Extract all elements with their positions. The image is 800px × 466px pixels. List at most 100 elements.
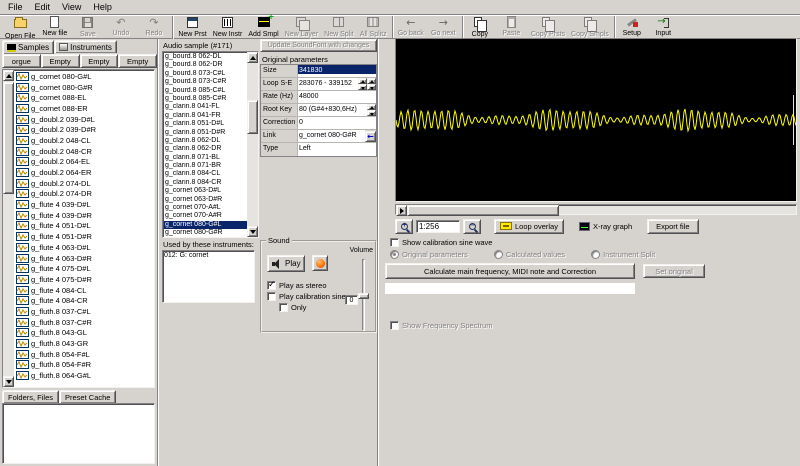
save-button[interactable]: Save bbox=[71, 16, 104, 39]
radio-icon[interactable] bbox=[591, 250, 600, 259]
tree-sample-row[interactable]: g_cornet 088-ER bbox=[14, 103, 154, 114]
radio-icon[interactable] bbox=[390, 250, 399, 259]
parameter-value-field[interactable]: 0 bbox=[298, 117, 376, 129]
parameter-value-field[interactable]: 80 (G#4+830,6Hz) bbox=[298, 104, 367, 116]
audio-sample-row[interactable]: g_clarin.8 041-FL bbox=[164, 103, 247, 111]
parameter-source-radio[interactable]: Original parameters bbox=[390, 250, 468, 259]
tree-sample-row[interactable]: g_fluth.8 054-F#R bbox=[14, 360, 154, 371]
parameter-value-field[interactable]: g_cornet 080-G#R bbox=[298, 130, 365, 142]
parameter-value-field[interactable]: Left bbox=[298, 143, 376, 156]
setup-button[interactable]: Setup bbox=[614, 16, 647, 38]
calculate-frequency-button[interactable]: Calculate main frequency, MIDI note and … bbox=[385, 263, 635, 279]
tree-sample-row[interactable]: g_flute 4 075-D#R bbox=[14, 274, 154, 285]
tree-sample-row[interactable]: g_flute 4 084-CL bbox=[14, 285, 154, 296]
audio-sample-row[interactable]: g_clarin.8 062-DR bbox=[164, 145, 247, 153]
preset-slot-button[interactable]: Empty bbox=[80, 54, 119, 68]
play-button[interactable]: Play bbox=[267, 255, 305, 272]
audio-sample-row[interactable]: g_clarin.8 051-D#R bbox=[164, 129, 247, 137]
scroll-down-icon[interactable] bbox=[3, 376, 14, 387]
new-split-button[interactable]: New Split bbox=[321, 16, 357, 39]
audio-sample-row[interactable]: g_clarin.8 084-CL bbox=[164, 170, 247, 178]
tree-sample-row[interactable]: g_flute 4 063-D#R bbox=[14, 253, 154, 264]
checkbox-icon[interactable] bbox=[279, 303, 288, 312]
audio-sample-row[interactable]: g_bourd.8 073-C#L bbox=[164, 70, 247, 78]
input-button[interactable]: Input bbox=[647, 16, 680, 38]
new-instrument-button[interactable]: New Instr bbox=[210, 16, 246, 39]
scrollbar-thumb[interactable] bbox=[3, 82, 14, 194]
tree-sample-row[interactable]: g_doubl.2 074-DR bbox=[14, 189, 154, 200]
tree-sample-row[interactable]: g_doubl.2 039-D#L bbox=[14, 114, 154, 125]
spinner-icon[interactable] bbox=[367, 78, 376, 90]
audio-sample-row[interactable]: g_cornet 063-D#R bbox=[164, 196, 247, 204]
tree-sample-row[interactable]: g_flute 4 084-CR bbox=[14, 295, 154, 306]
audio-sample-row[interactable]: g_cornet 080-G#R bbox=[164, 229, 247, 237]
audio-sample-row[interactable]: g_cornet 080-G#L bbox=[164, 221, 247, 229]
update-soundfont-button[interactable]: Update SoundFont with changes bbox=[260, 39, 377, 52]
checkbox-icon[interactable] bbox=[267, 292, 276, 301]
tree-sample-row[interactable]: g_flute 4 075-D#L bbox=[14, 263, 154, 274]
export-file-button[interactable]: Export file bbox=[647, 219, 698, 234]
waveform-scrollbar[interactable] bbox=[395, 204, 797, 215]
tree-sample-row[interactable]: g_flute 4 051-D#R bbox=[14, 231, 154, 242]
tree-sample-row[interactable]: g_doubl.2 074-DL bbox=[14, 178, 154, 189]
goto-linked-sample-icon[interactable]: ← bbox=[365, 131, 376, 142]
xray-graph-toggle[interactable]: X-ray graph bbox=[579, 222, 632, 231]
menu-item[interactable]: Edit bbox=[29, 1, 57, 13]
checkbox-row[interactable]: Play as stereo bbox=[267, 280, 353, 291]
show-calibration-checkbox[interactable]: Show calibration sine wave bbox=[390, 237, 492, 248]
scroll-up-icon[interactable] bbox=[3, 70, 14, 81]
checkbox-row[interactable]: Only bbox=[279, 302, 353, 313]
tree-scrollbar[interactable] bbox=[3, 70, 14, 387]
instrument-row[interactable]: 012: G: cornet bbox=[164, 252, 253, 261]
zoom-level-field[interactable]: 1:256 bbox=[416, 220, 460, 233]
go-back-button[interactable]: Go back bbox=[392, 16, 427, 38]
copy-presets-button[interactable]: Copy Prsts bbox=[528, 16, 568, 39]
spinner-icon[interactable] bbox=[358, 78, 367, 90]
tone-button[interactable] bbox=[312, 255, 328, 271]
tree-sample-row[interactable]: g_doubl.2 048-CR bbox=[14, 146, 154, 157]
scroll-down-icon[interactable] bbox=[247, 226, 258, 237]
tree-sample-row[interactable]: g_cornet 080-G#L bbox=[14, 71, 154, 82]
audio-sample-row[interactable]: g_clarin.8 071-BL bbox=[164, 154, 247, 162]
tree-sample-row[interactable]: g_doubl.2 039-D#R bbox=[14, 124, 154, 135]
audio-sample-row[interactable]: g_bourd.8 073-C#R bbox=[164, 78, 247, 86]
zoom-out-button[interactable] bbox=[463, 219, 481, 234]
checkbox-icon[interactable] bbox=[390, 321, 399, 330]
parameter-source-radio[interactable]: Instrument Split bbox=[591, 250, 655, 259]
waveform-display[interactable] bbox=[395, 38, 797, 202]
spinner-icon[interactable] bbox=[367, 104, 376, 116]
tree-sample-row[interactable]: g_doubl.2 048-CL bbox=[14, 135, 154, 146]
tab-folders-files[interactable]: Folders, Files bbox=[2, 390, 59, 403]
tree-sample-row[interactable]: g_flute 4 051-D#L bbox=[14, 221, 154, 232]
add-sample-button[interactable]: Add Smpl bbox=[245, 16, 281, 39]
parameter-source-radio[interactable]: Calculated values bbox=[494, 250, 565, 259]
audio-sample-row[interactable]: g_cornet 070-A#R bbox=[164, 212, 247, 220]
volume-slider-thumb[interactable] bbox=[358, 293, 369, 299]
tab-samples[interactable]: Samples bbox=[2, 40, 54, 54]
parameter-value-field[interactable]: 341830 bbox=[298, 65, 376, 77]
all-splits-button[interactable]: All Splitz bbox=[357, 16, 390, 39]
menu-item[interactable]: File bbox=[2, 1, 29, 13]
tree-sample-row[interactable]: g_flute 4 063-D#L bbox=[14, 242, 154, 253]
tree-sample-row[interactable]: g_doubl.2 064-EL bbox=[14, 157, 154, 168]
folders-listbox[interactable] bbox=[2, 403, 155, 464]
tree-sample-row[interactable]: g_doubl.2 064-ER bbox=[14, 167, 154, 178]
paste-button[interactable]: Paste bbox=[495, 16, 528, 38]
zoom-in-button[interactable] bbox=[395, 219, 413, 234]
copy-button[interactable]: Copy bbox=[462, 16, 495, 39]
menu-item[interactable]: Help bbox=[87, 1, 118, 13]
tree-sample-row[interactable]: g_fluth.8 054-F#L bbox=[14, 349, 154, 360]
audio-sample-row[interactable]: g_clarin.8 062-DL bbox=[164, 137, 247, 145]
preset-slot-button[interactable]: orgue bbox=[2, 54, 41, 68]
new-preset-button[interactable]: New Prst bbox=[172, 16, 209, 39]
audio-sample-row[interactable]: g_bourd.8 085-C#L bbox=[164, 87, 247, 95]
tab-preset-cache[interactable]: Preset Cache bbox=[59, 390, 116, 403]
audio-sample-row[interactable]: g_bourd.8 062-DL bbox=[164, 53, 247, 61]
set-original-button[interactable]: Set original bbox=[643, 264, 705, 278]
scroll-right-icon[interactable] bbox=[396, 205, 407, 216]
tree-sample-row[interactable]: g_fluth.8 043-GR bbox=[14, 338, 154, 349]
copy-samples-button[interactable]: Copy Smpls bbox=[568, 16, 612, 39]
preset-slot-button[interactable]: Empty bbox=[41, 54, 80, 68]
audio-sample-row[interactable]: g_clarin.8 041-FR bbox=[164, 112, 247, 120]
scrollbar-thumb[interactable] bbox=[247, 100, 258, 134]
